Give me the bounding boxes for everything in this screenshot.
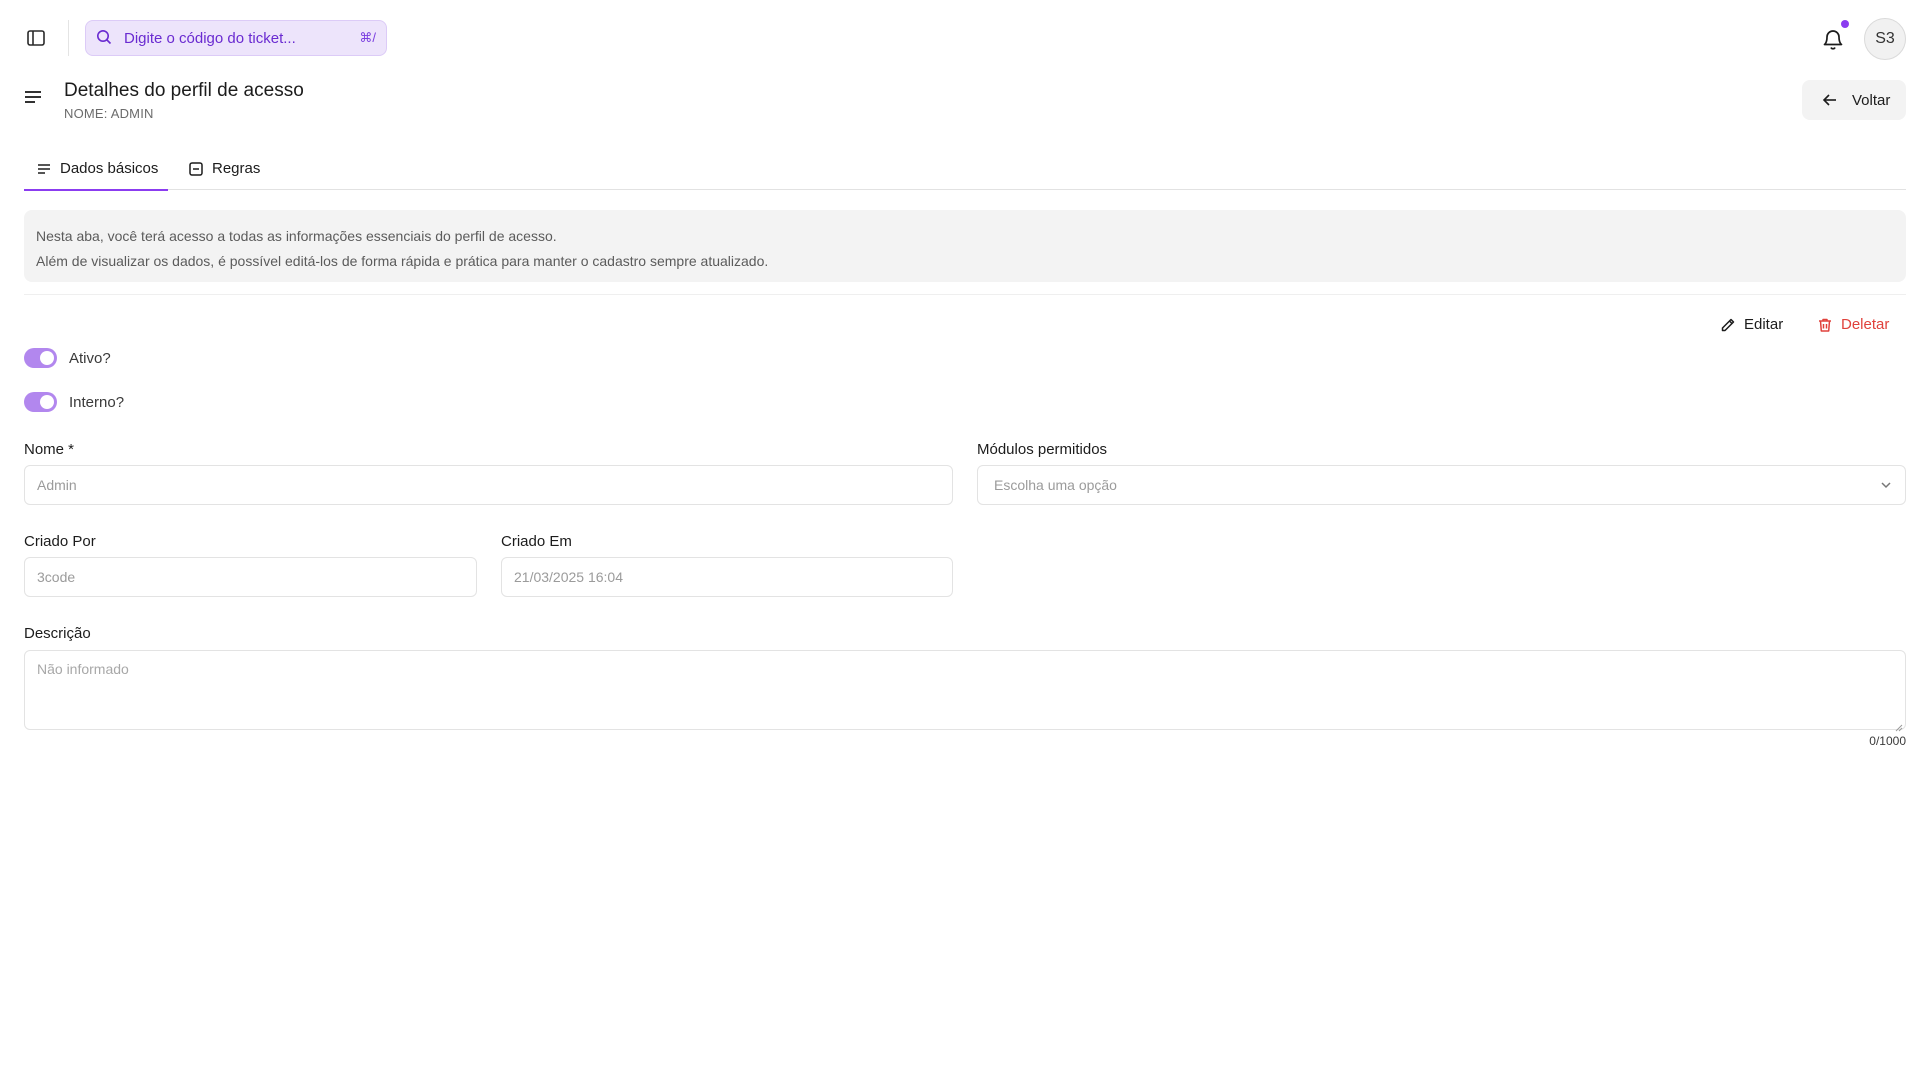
toggle-active[interactable] (24, 348, 57, 368)
created-at-label: Criado Em (501, 533, 572, 550)
arrow-left-icon (1822, 92, 1838, 108)
tabs: Dados básicos Regras (24, 152, 1906, 191)
page: Digite o código do ticket... ⌘/ S3 Detal… (0, 0, 1919, 1079)
pencil-icon (1720, 317, 1736, 333)
top-bar: Digite o código do ticket... ⌘/ S3 (0, 0, 1919, 76)
notification-dot (1841, 20, 1849, 28)
toggle-label: Ativo? (69, 349, 111, 367)
toggle-internal-row: Interno? (24, 392, 124, 412)
sidebar-toggle-icon[interactable] (24, 26, 48, 50)
toggle-knob (40, 395, 54, 409)
modules-label: Módulos permitidos (977, 441, 1108, 458)
section-divider (24, 294, 1906, 295)
info-line: Além de visualizar os dados, é possível … (36, 253, 769, 269)
search-shortcut-badge: ⌘/ (359, 30, 376, 45)
back-button[interactable]: Voltar (1802, 80, 1906, 120)
name-field-value: Admin (37, 477, 77, 493)
search-placeholder: Digite o código do ticket... (124, 29, 296, 47)
info-line: Nesta aba, você terá acesso a todas as i… (36, 228, 557, 244)
user-avatar[interactable]: S3 (1864, 18, 1906, 60)
description-textarea[interactable]: Não informado (24, 650, 1906, 732)
name-field[interactable]: Admin (24, 465, 953, 505)
created-by-label: Criado Por (24, 533, 96, 550)
toggle-internal[interactable] (24, 392, 57, 412)
notifications-bell-icon[interactable] (1820, 20, 1849, 52)
resize-handle-icon[interactable] (1895, 719, 1903, 732)
description-label: Descrição (24, 625, 91, 642)
toggle-label: Interno? (69, 393, 125, 411)
menu-icon[interactable] (24, 90, 44, 110)
toggle-active-row: Ativo? (24, 348, 111, 368)
search-icon (96, 29, 114, 47)
description-placeholder: Não informado (37, 661, 129, 677)
topbar-divider (68, 20, 69, 56)
modules-select[interactable]: Escolha uma opção (977, 465, 1906, 505)
ticket-search-input[interactable]: Digite o código do ticket... ⌘/ (85, 20, 387, 56)
toggle-knob (40, 351, 54, 365)
tab-label: Dados básicos (60, 160, 159, 177)
created-at-field[interactable]: 21/03/2025 16:04 (501, 557, 953, 597)
trash-icon (1817, 317, 1833, 333)
edit-button-label: Editar (1744, 316, 1784, 333)
created-by-field[interactable]: 3code (24, 557, 477, 597)
tab-rules[interactable]: Regras (188, 152, 260, 190)
chevron-down-icon (1879, 478, 1893, 492)
page-title: Detalhes do perfil de acesso (64, 80, 304, 101)
name-label: Nome * (24, 441, 75, 458)
back-button-label: Voltar (1852, 91, 1891, 109)
created-by-value: 3code (37, 569, 76, 585)
tab-label: Regras (212, 160, 261, 177)
square-minus-icon (188, 161, 204, 177)
page-subtitle: NOME: ADMIN (64, 106, 154, 121)
lines-icon (36, 161, 52, 177)
delete-button[interactable]: Deletar (1817, 316, 1889, 333)
tab-basic-data[interactable]: Dados básicos (24, 152, 168, 191)
modules-select-placeholder: Escolha uma opção (994, 477, 1117, 493)
info-box: Nesta aba, você terá acesso a todas as i… (24, 210, 1906, 282)
edit-button[interactable]: Editar (1720, 316, 1783, 333)
character-counter: 0/1000 (1869, 734, 1906, 748)
delete-button-label: Deletar (1841, 316, 1890, 333)
created-at-value: 21/03/2025 16:04 (514, 569, 623, 585)
